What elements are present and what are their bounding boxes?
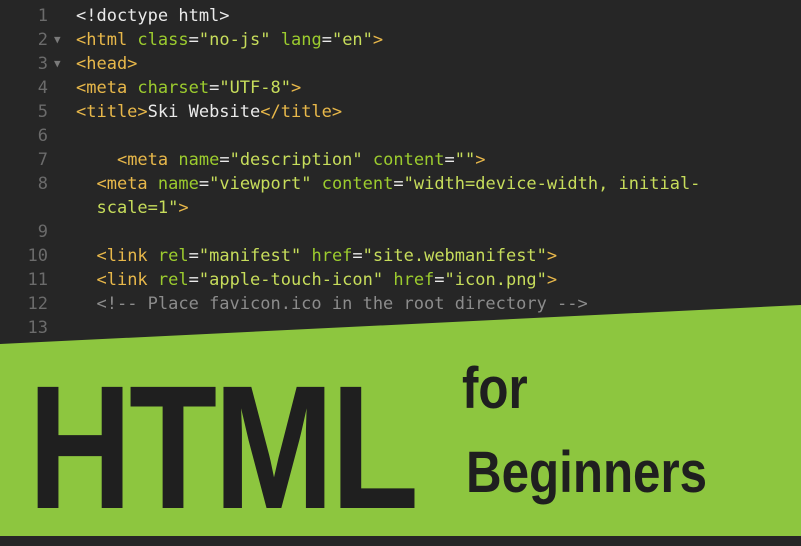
code-token: rel	[157, 246, 189, 266]
code-text: <!doctype html>	[76, 4, 230, 28]
line-number: 8	[37, 174, 48, 194]
code-text: <link rel="apple-touch-icon" href="icon.…	[76, 268, 557, 292]
code-token: lang	[280, 30, 322, 50]
code-text: scale=1">	[76, 196, 189, 220]
fold-triangle-icon[interactable]: ▼	[54, 28, 61, 52]
code-token: =	[188, 270, 199, 290]
code-token: =	[393, 174, 404, 194]
code-token: "viewport"	[209, 174, 322, 194]
code-token: =	[434, 270, 445, 290]
code-text: <head>	[76, 52, 137, 76]
code-token: Ski Website	[147, 102, 261, 122]
code-token: <title>	[76, 102, 148, 122]
code-token: <meta	[116, 150, 179, 170]
code-token: ""	[454, 150, 476, 170]
code-token: name	[157, 174, 199, 194]
code-token: <!doctype html>	[76, 6, 230, 26]
code-token: =	[219, 150, 230, 170]
code-token: >	[372, 30, 384, 50]
title-beginners: Beginners	[466, 440, 708, 505]
code-token: =	[198, 174, 210, 194]
code-token: rel	[157, 270, 189, 290]
code-token: <link	[96, 270, 158, 290]
code-token: =	[444, 150, 455, 170]
title-html: HTML	[28, 350, 419, 546]
code-token: href	[393, 270, 435, 290]
code-token: =	[352, 246, 363, 266]
code-token: class	[137, 30, 189, 50]
code-token: </title>	[260, 102, 343, 122]
line-number: 4	[37, 78, 48, 98]
code-token: >	[546, 270, 558, 290]
code-token: >	[475, 150, 486, 170]
code-token: "UTF-8"	[219, 78, 291, 98]
title-for: for	[462, 356, 528, 421]
line-number: 13	[27, 318, 48, 338]
code-token: <meta	[96, 174, 158, 194]
code-token: <meta	[76, 78, 138, 98]
code-token: content	[372, 150, 445, 170]
code-token: =	[188, 30, 199, 50]
line-number: 11	[27, 270, 48, 290]
code-token: "width=device-width, initial-	[403, 174, 701, 194]
code-token: name	[178, 150, 220, 170]
code-token: charset	[137, 78, 210, 98]
code-token: =	[188, 246, 199, 266]
line-number: 6	[37, 126, 48, 146]
code-token: =	[321, 30, 332, 50]
code-token: >	[290, 78, 302, 98]
line-number: 10	[27, 246, 48, 266]
line-number: 2	[37, 30, 48, 50]
code-text: <!-- Place favicon.ico in the root direc…	[76, 292, 588, 316]
code-text: <meta name="viewport" content="width=dev…	[76, 172, 700, 196]
code-token: >	[546, 246, 558, 266]
line-number: 1	[37, 6, 48, 26]
line-number: 5	[37, 102, 48, 122]
code-text: <meta name="description" content="">	[76, 148, 486, 172]
code-token: href	[311, 246, 353, 266]
code-token: content	[321, 174, 394, 194]
line-number: 7	[37, 150, 48, 170]
code-token: >	[178, 198, 189, 218]
code-token: <link	[96, 246, 158, 266]
code-text: <html class="no-js" lang="en">	[76, 28, 383, 52]
code-token: <head>	[76, 54, 138, 74]
line-number: 9	[37, 222, 48, 242]
code-token: "apple-touch-icon"	[198, 270, 394, 290]
line-number: 12	[27, 294, 48, 314]
code-token: <!-- Place favicon.ico in the root direc…	[96, 294, 588, 314]
code-token: <html	[76, 30, 138, 50]
code-text: <meta charset="UTF-8">	[76, 76, 301, 100]
code-token: "icon.png"	[444, 270, 547, 290]
code-token: "manifest"	[198, 246, 312, 266]
code-token: "en"	[331, 30, 373, 50]
code-token: scale=1"	[96, 198, 179, 218]
line-number: 3	[37, 54, 48, 74]
code-token: "description"	[229, 150, 373, 170]
fold-triangle-icon[interactable]: ▼	[54, 52, 61, 76]
code-text: <title>Ski Website</title>	[76, 100, 342, 124]
code-token: "no-js"	[198, 30, 281, 50]
code-token: "site.webmanifest"	[362, 246, 547, 266]
code-text: <link rel="manifest" href="site.webmanif…	[76, 244, 557, 268]
code-token: =	[209, 78, 220, 98]
